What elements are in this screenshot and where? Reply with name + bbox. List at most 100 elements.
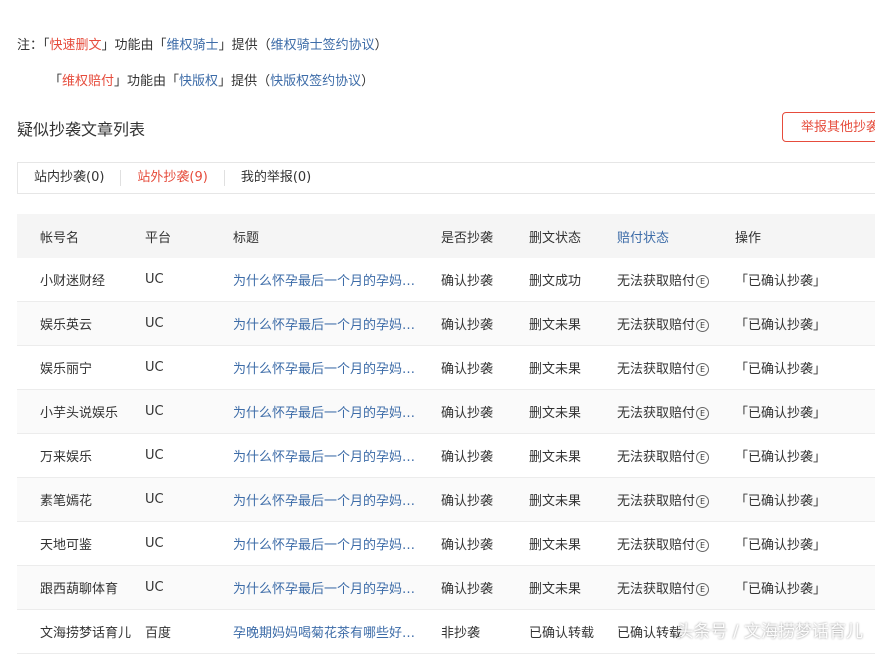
table-header: 帐号名 平台 标题 是否抄袭 删文状态 赔付状态 操作 — [17, 214, 875, 258]
account-name: 文海捞梦话育儿 — [40, 626, 132, 641]
table-row: 小财迷财经 UC 为什么怀孕最后一个月的孕妈… 确认抄袭 删文成功 无法获取赔付 E 「已确认… — [17, 258, 875, 302]
agreement-link-2[interactable]: 快版权签约协议 — [270, 74, 361, 89]
platform: UC — [145, 492, 164, 507]
pay-status: 无法获取赔付 E — [617, 270, 710, 289]
tab-bar: 站内抄袭(0) 站外抄袭(9) 我的举报(0) — [17, 162, 875, 194]
tab-external[interactable]: 站外抄袭(9) — [121, 170, 225, 186]
plagiarism-status: 确认抄袭 — [441, 362, 494, 377]
report-other-button[interactable]: 举报其他抄袭 — [782, 112, 875, 142]
pay-status-text: 无法获取赔付 — [617, 362, 696, 377]
action-status: 「已确认抄袭」 — [735, 494, 827, 509]
pay-status: 无法获取赔付 E — [617, 534, 710, 553]
note-text: 「 — [49, 74, 63, 89]
delete-status: 删文未果 — [529, 494, 582, 509]
pay-status: 无法获取赔付 E — [617, 446, 710, 465]
platform: UC — [145, 316, 164, 331]
pay-status-text: 无法获取赔付 — [617, 450, 696, 465]
plagiarism-status: 确认抄袭 — [441, 450, 494, 465]
action-status: 「已确认抄袭」 — [735, 450, 827, 465]
note-text: ） — [374, 38, 388, 53]
platform: UC — [145, 272, 164, 287]
delete-status: 删文未果 — [529, 318, 582, 333]
article-title-link[interactable]: 孕晚期妈妈喝菊花茶有哪些好… — [233, 622, 431, 641]
account-name: 跟西葫聊体育 — [40, 582, 119, 597]
info-e-icon[interactable]: E — [696, 275, 710, 288]
note-text: 」功能由「 — [114, 74, 180, 89]
provider-name: 快版权 — [179, 74, 219, 89]
table-row: 娱乐英云 UC 为什么怀孕最后一个月的孕妈… 确认抄袭 删文未果 无法获取赔付 E 「已确认抄… — [17, 302, 875, 346]
pay-status: 无法获取赔付 E — [617, 358, 710, 377]
table-row: 素笔嫣花 UC 为什么怀孕最后一个月的孕妈… 确认抄袭 删文未果 无法获取赔付 E 「已确认抄… — [17, 478, 875, 522]
info-e-icon[interactable]: E — [696, 363, 710, 376]
article-title-link[interactable]: 为什么怀孕最后一个月的孕妈… — [233, 490, 431, 509]
plagiarism-table: 帐号名 平台 标题 是否抄袭 删文状态 赔付状态 操作 小财迷财经 UC 为什么怀孕… — [17, 214, 875, 654]
pay-status-text: 无法获取赔付 — [617, 406, 696, 421]
plagiarism-status: 确认抄袭 — [441, 318, 494, 333]
table-row: 小芋头说娱乐 UC 为什么怀孕最后一个月的孕妈… 确认抄袭 删文未果 无法获取赔付 E 「已确… — [17, 390, 875, 434]
account-name: 万来娱乐 — [40, 450, 93, 465]
platform: UC — [145, 360, 164, 375]
table-body: 小财迷财经 UC 为什么怀孕最后一个月的孕妈… 确认抄袭 删文成功 无法获取赔付 E 「已确认… — [17, 258, 875, 654]
pay-status: 无法获取赔付 E — [617, 578, 710, 597]
plagiarism-status: 确认抄袭 — [441, 582, 494, 597]
delete-status: 已确认转载 — [529, 626, 595, 641]
header-pay-status[interactable]: 赔付状态 — [617, 227, 669, 246]
info-e-icon[interactable]: E — [696, 495, 710, 508]
article-title-link[interactable]: 为什么怀孕最后一个月的孕妈… — [233, 358, 431, 377]
account-name: 素笔嫣花 — [40, 494, 93, 509]
article-title-link[interactable]: 为什么怀孕最后一个月的孕妈… — [233, 270, 431, 289]
tab-internal[interactable]: 站内抄袭(0) — [18, 170, 122, 186]
article-title-link[interactable]: 为什么怀孕最后一个月的孕妈… — [233, 314, 431, 333]
platform: UC — [145, 404, 164, 419]
platform: UC — [145, 448, 164, 463]
header-platform: 平台 — [145, 230, 172, 246]
info-e-icon[interactable]: E — [696, 407, 710, 420]
note-text: 」提供（ — [218, 74, 271, 89]
account-name: 娱乐英云 — [40, 318, 93, 333]
action-status: 「已确认抄袭」 — [735, 362, 827, 377]
delete-status: 删文成功 — [529, 274, 582, 289]
action-status: 「已确认抄袭」 — [735, 406, 827, 421]
pay-status-text: 已确认转载 — [617, 626, 683, 641]
note-text: 注：「 — [17, 38, 50, 53]
plagiarism-status: 非抄袭 — [441, 626, 481, 641]
info-e-icon[interactable]: E — [696, 583, 710, 596]
delete-status: 删文未果 — [529, 450, 582, 465]
pay-status-text: 无法获取赔付 — [617, 274, 696, 289]
header-action: 操作 — [735, 230, 762, 246]
notes-section: 注：「快速删文」功能由「维权骑士」提供（维权骑士签约协议） 「维权赔付」功能由「… — [17, 35, 388, 107]
plagiarism-status: 确认抄袭 — [441, 494, 494, 509]
note-text: 」提供（ — [218, 38, 271, 53]
account-name: 小财迷财经 — [40, 274, 106, 289]
info-e-icon[interactable]: E — [696, 539, 710, 552]
pay-status-text: 无法获取赔付 — [617, 318, 696, 333]
platform: UC — [145, 536, 164, 551]
tab-my-reports[interactable]: 我的举报(0) — [225, 170, 327, 186]
delete-status: 删文未果 — [529, 582, 582, 597]
delete-status: 删文未果 — [529, 406, 582, 421]
plagiarism-status: 确认抄袭 — [441, 274, 494, 289]
info-e-icon[interactable]: E — [696, 451, 710, 464]
account-name: 小芋头说娱乐 — [40, 406, 119, 421]
action-status: 「已确认抄袭」 — [735, 274, 827, 289]
header-title: 标题 — [233, 230, 260, 246]
pay-status: 无法获取赔付 E — [617, 314, 710, 333]
note-line-1: 注：「快速删文」功能由「维权骑士」提供（维权骑士签约协议） — [17, 35, 388, 57]
article-title-link[interactable]: 为什么怀孕最后一个月的孕妈… — [233, 402, 431, 421]
agreement-link-1[interactable]: 维权骑士签约协议 — [271, 38, 375, 53]
article-title-link[interactable]: 为什么怀孕最后一个月的孕妈… — [233, 534, 431, 553]
table-row: 跟西葫聊体育 UC 为什么怀孕最后一个月的孕妈… 确认抄袭 删文未果 无法获取赔付 E 「已确… — [17, 566, 875, 610]
note-text: 」功能由「 — [101, 38, 167, 53]
article-title-link[interactable]: 为什么怀孕最后一个月的孕妈… — [233, 446, 431, 465]
pay-status-text: 无法获取赔付 — [617, 538, 696, 553]
delete-status: 删文未果 — [529, 362, 582, 377]
plagiarism-status: 确认抄袭 — [441, 406, 494, 421]
pay-status: 无法获取赔付 E — [617, 490, 710, 509]
header-delete-status: 删文状态 — [529, 230, 582, 246]
list-title: 疑似抄袭文章列表 — [17, 120, 146, 139]
table-row: 天地可鉴 UC 为什么怀孕最后一个月的孕妈… 确认抄袭 删文未果 无法获取赔付 E 「已确认抄… — [17, 522, 875, 566]
pay-status: 无法获取赔付 E — [617, 402, 710, 421]
pay-status-text: 无法获取赔付 — [617, 582, 696, 597]
info-e-icon[interactable]: E — [696, 319, 710, 332]
article-title-link[interactable]: 为什么怀孕最后一个月的孕妈… — [233, 578, 431, 597]
